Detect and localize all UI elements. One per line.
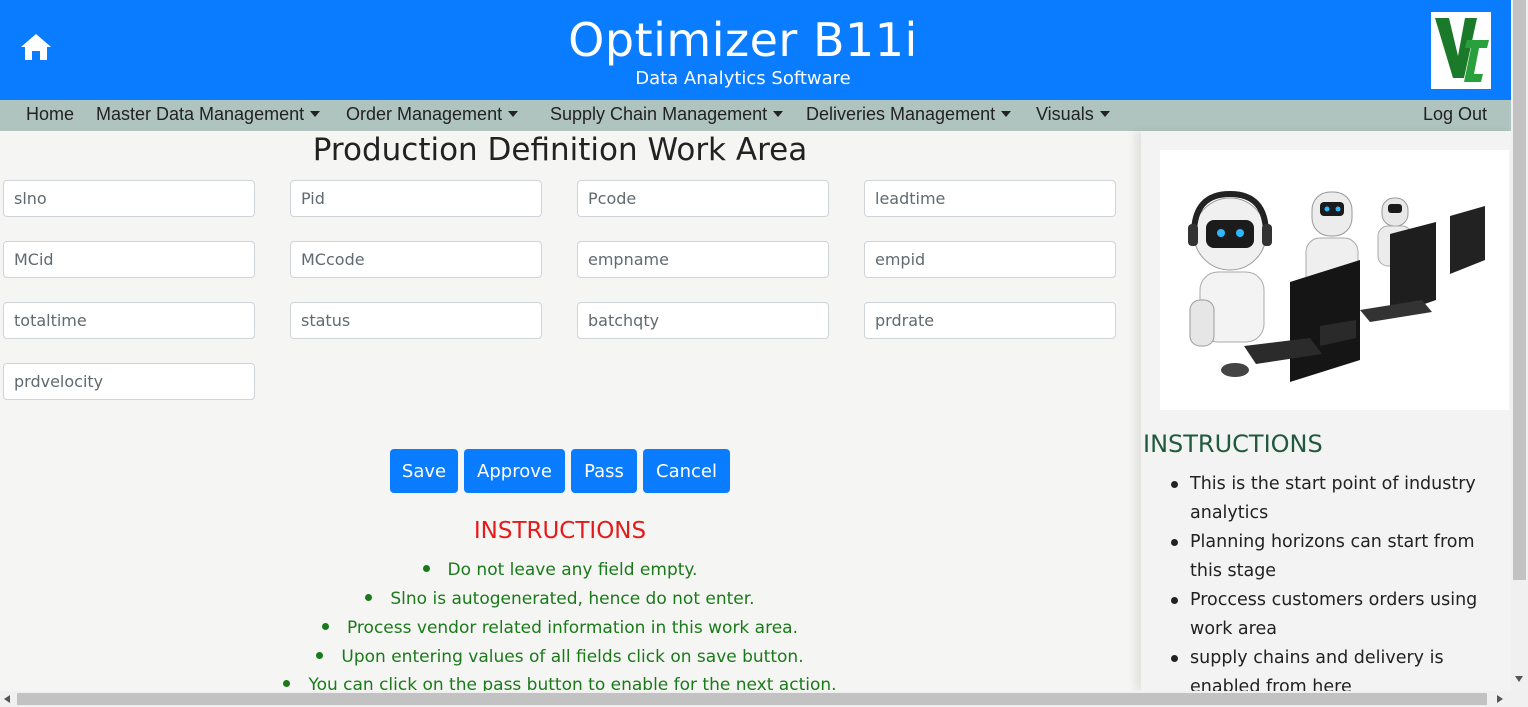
horizontal-scrollbar-thumb[interactable] xyxy=(17,693,1487,705)
instruction-text: Upon entering values of all fields click… xyxy=(341,647,804,667)
empname-field[interactable] xyxy=(577,241,829,278)
nav-visuals-label: Visuals xyxy=(1036,104,1094,124)
nav-deliveries-management[interactable]: Deliveries Management xyxy=(806,104,1012,125)
save-button[interactable]: Save xyxy=(390,449,458,493)
app-title: Optimizer B11i xyxy=(568,13,918,67)
main-navbar: Home Master Data Management Order Manage… xyxy=(0,100,1511,131)
nav-visuals[interactable]: Visuals xyxy=(1036,104,1110,125)
nav-order-label: Order Management xyxy=(346,104,503,124)
instruction-text: Do not leave any field empty. xyxy=(447,560,698,580)
side-list-item: Planning horizons can start from this st… xyxy=(1168,528,1508,586)
instruction-text: Process vendor related information in th… xyxy=(346,618,798,638)
bullet-icon xyxy=(422,565,430,572)
app-header: Optimizer B11i Data Analytics Software xyxy=(0,0,1511,100)
logout-link[interactable]: Log Out xyxy=(1423,104,1487,125)
side-instructions-list: This is the start point of industry anal… xyxy=(1168,470,1508,702)
empid-field[interactable] xyxy=(864,241,1116,278)
side-list-item: Proccess customers orders using work are… xyxy=(1168,586,1508,644)
side-instructions-heading: INSTRUCTIONS xyxy=(1143,430,1323,458)
instruction-item: Slno is autogenerated, hence do not ente… xyxy=(0,589,1120,609)
bullet-icon xyxy=(316,652,324,659)
nav-supply-chain-management[interactable]: Supply Chain Management xyxy=(550,104,784,125)
batchqty-field[interactable] xyxy=(577,302,829,339)
prdrate-field[interactable] xyxy=(864,302,1116,339)
caret-down-icon xyxy=(1001,111,1012,117)
slno-field[interactable] xyxy=(3,180,255,217)
instruction-item: Do not leave any field empty. xyxy=(0,560,1120,580)
nav-deliveries-label: Deliveries Management xyxy=(806,104,996,124)
bullet-icon xyxy=(365,594,373,601)
approve-button[interactable]: Approve xyxy=(464,449,565,493)
pass-button[interactable]: Pass xyxy=(571,449,637,493)
totaltime-field[interactable] xyxy=(3,302,255,339)
nav-order-management[interactable]: Order Management xyxy=(346,104,519,125)
caret-down-icon xyxy=(310,111,321,117)
nav-master-data-label: Master Data Management xyxy=(96,104,305,124)
scroll-right-arrow-icon[interactable] xyxy=(1497,695,1503,703)
instruction-item: Upon entering values of all fields click… xyxy=(0,647,1120,667)
bullet-icon xyxy=(283,680,291,687)
caret-down-icon xyxy=(508,111,519,117)
prdvelocity-field[interactable] xyxy=(3,363,255,400)
scroll-down-arrow-icon[interactable] xyxy=(1515,676,1523,682)
scroll-left-arrow-icon[interactable] xyxy=(4,695,10,703)
instructions-heading: INSTRUCTIONS xyxy=(473,518,647,544)
vt-logo-icon xyxy=(1431,12,1491,89)
nav-home-label: Home xyxy=(26,104,75,124)
page-title: Production Definition Work Area xyxy=(312,132,808,168)
side-list-item: This is the start point of industry anal… xyxy=(1168,470,1508,528)
nav-home[interactable]: Home xyxy=(26,104,74,125)
pid-field[interactable] xyxy=(290,180,542,217)
caret-down-icon xyxy=(1099,111,1110,117)
instruction-item: Process vendor related information in th… xyxy=(0,618,1120,638)
pcode-field[interactable] xyxy=(577,180,829,217)
vertical-scrollbar-thumb[interactable] xyxy=(1513,0,1526,580)
robots-illustration-icon xyxy=(1160,150,1509,410)
nav-master-data-management[interactable]: Master Data Management xyxy=(96,104,321,125)
caret-down-icon xyxy=(773,111,784,117)
cancel-button[interactable]: Cancel xyxy=(643,449,730,493)
app-subtitle: Data Analytics Software xyxy=(635,68,851,89)
nav-supply-chain-label: Supply Chain Management xyxy=(550,104,768,124)
mccode-field[interactable] xyxy=(290,241,542,278)
leadtime-field[interactable] xyxy=(864,180,1116,217)
instruction-text: Slno is autogenerated, hence do not ente… xyxy=(390,589,755,609)
mcid-field[interactable] xyxy=(3,241,255,278)
bullet-icon xyxy=(321,623,329,630)
status-field[interactable] xyxy=(290,302,542,339)
